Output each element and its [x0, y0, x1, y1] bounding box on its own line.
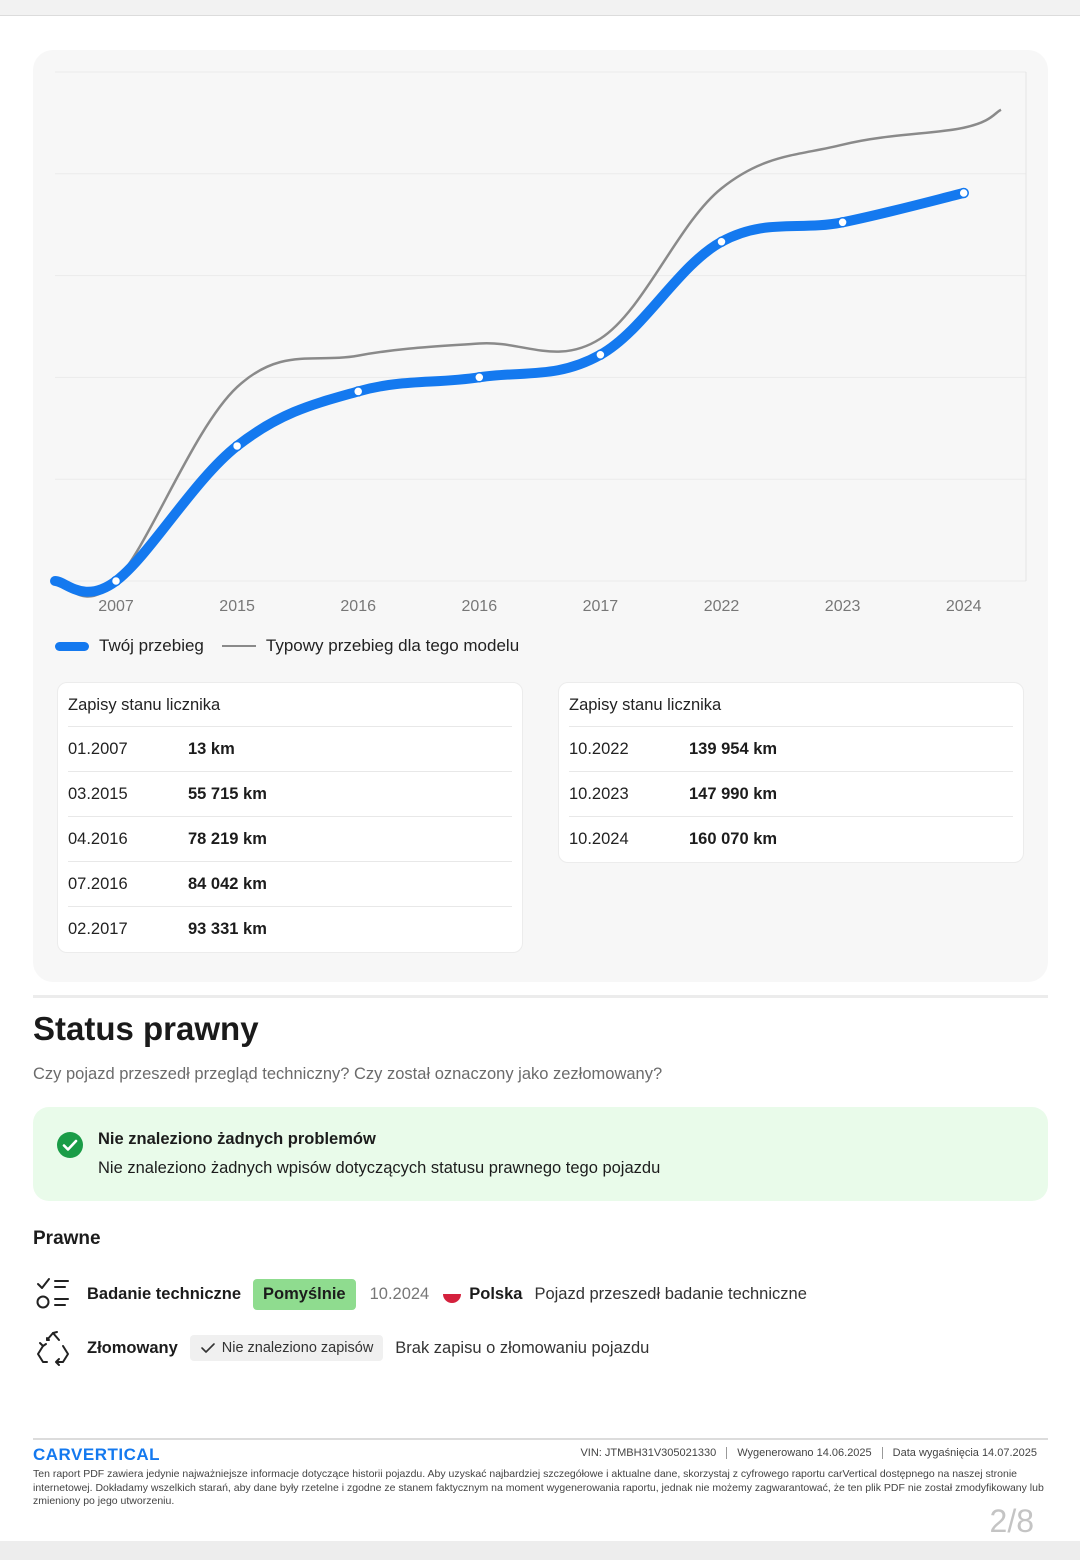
odometer-table-2: Zapisy stanu licznika 10.2022 139 954 km …	[558, 682, 1024, 863]
row-value: 139 954 km	[689, 739, 778, 758]
mileage-chart: 2007 2015 2016 2016 2017 2022 2023 2024	[50, 71, 1027, 615]
row-date: 07.2016	[68, 874, 128, 893]
data-point	[474, 372, 485, 383]
data-point	[716, 236, 727, 248]
x-tick-label: 2024	[946, 598, 982, 615]
section-title: Status prawny	[33, 1010, 259, 1047]
table-row: 02.2017 93 331 km	[68, 907, 512, 952]
scrapped-badge-label: Nie znaleziono zapisów	[221, 1340, 374, 1356]
scrapped-description: Brak zapisu o złomowaniu pojazdu	[395, 1338, 650, 1357]
alert-title: Nie znaleziono żadnych problemów	[98, 1130, 376, 1148]
odometer-table-1: Zapisy stanu licznika 01.2007 13 km 03.20…	[57, 682, 523, 953]
x-tick-label: 2016	[340, 598, 376, 615]
row-value: 13 km	[188, 739, 235, 758]
legend-swatch-typical	[221, 645, 256, 647]
legend-label-yours: Twój przebieg	[99, 636, 204, 655]
table-row: 10.2024 160 070 km	[569, 817, 1013, 862]
scrapped-row: Złomowany Nie znaleziono zapisów Brak za…	[33, 1328, 649, 1368]
x-tick-label: 2016	[462, 598, 498, 615]
inspection-country: Polska	[469, 1284, 523, 1303]
inspection-row: Badanie techniczne Pomyślnie 10.2024 Pol…	[33, 1274, 807, 1314]
data-point	[837, 217, 848, 228]
x-tick-label: 2015	[219, 598, 255, 615]
x-tick-label: 2023	[825, 598, 861, 615]
data-point	[595, 349, 606, 361]
bottom-bar	[0, 1541, 1080, 1560]
row-value: 147 990 km	[689, 784, 778, 803]
page-number: 2/8	[989, 1503, 1034, 1539]
x-tick-label: 2022	[704, 598, 740, 615]
generated-date: Wygenerowano 14.06.2025	[726, 1447, 881, 1459]
subsection-title: Prawne	[33, 1228, 101, 1249]
table-row: 03.2015 55 715 km	[68, 772, 512, 817]
checkmark-icon	[200, 1343, 215, 1353]
scrapped-label: Złomowany	[87, 1338, 178, 1357]
report-meta: VIN: JTMBH31V305021330 Wygenerowano 14.0…	[570, 1447, 1047, 1459]
section-divider	[33, 995, 1048, 998]
x-tick-label: 2007	[98, 598, 134, 615]
series-line-typical	[54, 108, 1002, 598]
table-row: 07.2016 84 042 km	[68, 862, 512, 907]
data-point	[110, 575, 122, 587]
disclaimer-text: Ten raport PDF zawiera jedynie najważnie…	[33, 1468, 1044, 1507]
row-value: 55 715 km	[188, 784, 267, 803]
row-date: 01.2007	[68, 739, 128, 758]
checklist-icon	[33, 1274, 73, 1314]
row-date: 03.2015	[68, 784, 128, 803]
check-circle-icon	[57, 1132, 83, 1158]
data-point	[958, 187, 969, 199]
alert-text: Nie znaleziono żadnych wpisów dotyczącyc…	[98, 1159, 661, 1177]
row-value: 93 331 km	[188, 920, 267, 938]
top-bar	[0, 0, 1080, 16]
scrapped-status-badge: Nie znaleziono zapisów	[189, 1335, 384, 1361]
row-value: 84 042 km	[188, 874, 267, 893]
x-tick-label: 2017	[583, 598, 619, 615]
table-row: 10.2023 147 990 km	[569, 772, 1013, 817]
expiry-date: Data wygaśnięcia 14.07.2025	[881, 1447, 1047, 1459]
recycle-icon	[33, 1328, 73, 1368]
series-line-yours	[50, 188, 969, 597]
poland-flag-icon	[443, 1285, 462, 1303]
data-point	[352, 386, 364, 397]
legend-label-typical: Typowy przebieg dla tego modelu	[265, 636, 520, 655]
table-row: 04.2016 78 219 km	[68, 817, 512, 862]
data-point	[231, 440, 243, 452]
table-row: 01.2007 13 km	[68, 727, 512, 772]
row-date: 10.2024	[569, 830, 629, 848]
vin-number: VIN: JTMBH31V305021330	[580, 1447, 717, 1459]
row-date: 10.2022	[569, 739, 629, 758]
inspection-description: Pojazd przeszedł badanie techniczne	[534, 1284, 807, 1303]
footer-divider	[33, 1438, 1048, 1440]
row-value: 78 219 km	[188, 829, 267, 848]
section-subtitle: Czy pojazd przeszedł przegląd techniczny…	[33, 1065, 663, 1083]
row-value: 160 070 km	[689, 830, 778, 848]
row-date: 02.2017	[68, 920, 128, 938]
no-problems-alert: Nie znaleziono żadnych problemów Nie zna…	[33, 1107, 1048, 1201]
row-date: 04.2016	[68, 829, 128, 848]
row-date: 10.2023	[569, 784, 629, 803]
inspection-status-badge: Pomyślnie	[253, 1278, 356, 1310]
odometer-table-header: Zapisy stanu licznika	[569, 683, 1013, 727]
chart-legend: Twój przebieg Typowy przebieg dla tego m…	[55, 636, 519, 656]
odometer-table-header: Zapisy stanu licznika	[68, 683, 512, 727]
inspection-date: 10.2024	[369, 1284, 430, 1303]
table-row: 10.2022 139 954 km	[569, 727, 1013, 772]
legend-swatch-yours	[55, 641, 89, 651]
inspection-label: Badanie techniczne	[87, 1284, 242, 1303]
carvertical-logo: CARVERTICAL	[33, 1445, 161, 1464]
